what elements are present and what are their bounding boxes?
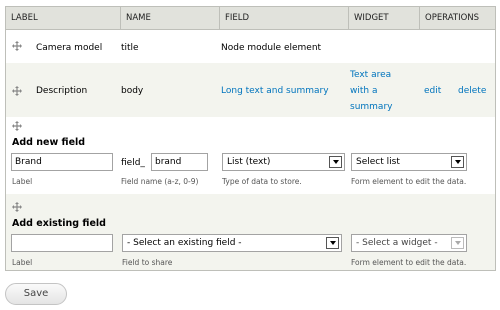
- row-name: title: [121, 43, 139, 53]
- new-field-name-input[interactable]: [151, 153, 208, 171]
- widget-link-line1[interactable]: Text area: [350, 70, 391, 80]
- row-name: body: [121, 86, 144, 96]
- field-type-select[interactable]: List (text): [222, 153, 345, 171]
- add-new-field-title: Add new field: [12, 137, 86, 148]
- drag-handle-icon[interactable]: [12, 121, 22, 131]
- chevron-down-icon[interactable]: [451, 237, 464, 249]
- add-new-field-row: Add new field Label field_ Field name (a…: [6, 117, 495, 194]
- existing-widget-selected: - Select a widget -: [356, 238, 438, 248]
- existing-field-select[interactable]: - Select an existing field -: [122, 234, 342, 252]
- widget-link-line3[interactable]: summary: [350, 102, 392, 112]
- chevron-down-icon[interactable]: [326, 237, 339, 249]
- delete-link[interactable]: delete: [458, 86, 486, 96]
- existing-field-selected: - Select an existing field -: [127, 238, 242, 248]
- edit-link[interactable]: edit: [424, 86, 441, 96]
- new-field-label-input[interactable]: [11, 153, 113, 171]
- row-label: Camera model: [36, 43, 103, 53]
- header-name: NAME: [126, 13, 151, 23]
- drag-handle-icon[interactable]: [12, 202, 22, 212]
- existing-widget-description: Form element to edit the data.: [351, 258, 467, 267]
- field-name-description: Field name (a-z, 0-9): [121, 177, 199, 186]
- drag-handle-icon[interactable]: [12, 41, 22, 51]
- header-widget: WIDGET: [354, 13, 389, 23]
- header-operations: OPERATIONS: [425, 13, 480, 23]
- fields-table: LABEL NAME FIELD WIDGET OPERATIONS Camer…: [5, 6, 496, 271]
- existing-field-description: Field to share: [122, 258, 173, 267]
- chevron-down-icon[interactable]: [451, 156, 464, 168]
- widget-select[interactable]: Select list: [351, 153, 467, 171]
- header-label: LABEL: [11, 13, 38, 23]
- field-type-description: Type of data to store.: [222, 177, 302, 186]
- save-button[interactable]: Save: [5, 283, 67, 305]
- add-existing-field-title: Add existing field: [12, 218, 106, 229]
- existing-widget-select[interactable]: - Select a widget -: [351, 234, 467, 252]
- label-description: Label: [12, 177, 33, 186]
- label-description: Label: [12, 258, 33, 267]
- table-row: Camera model title Node module element: [6, 30, 495, 63]
- row-label: Description: [36, 86, 88, 96]
- add-existing-field-row: Add existing field Label - Select an exi…: [6, 194, 495, 270]
- widget-description: Form element to edit the data.: [351, 177, 467, 186]
- chevron-down-icon[interactable]: [329, 156, 342, 168]
- existing-field-label-input[interactable]: [11, 234, 113, 252]
- drag-handle-icon[interactable]: [12, 86, 22, 96]
- table-header: LABEL NAME FIELD WIDGET OPERATIONS: [6, 7, 495, 30]
- row-field-type: Node module element: [221, 43, 322, 53]
- header-field: FIELD: [225, 13, 250, 23]
- field-type-selected: List (text): [227, 157, 271, 167]
- widget-link-line2[interactable]: with a: [350, 86, 377, 96]
- field-name-prefix: field_: [121, 158, 145, 168]
- table-row: Description body Long text and summary T…: [6, 63, 495, 117]
- field-type-link[interactable]: Long text and summary: [221, 86, 329, 96]
- widget-selected: Select list: [356, 157, 400, 167]
